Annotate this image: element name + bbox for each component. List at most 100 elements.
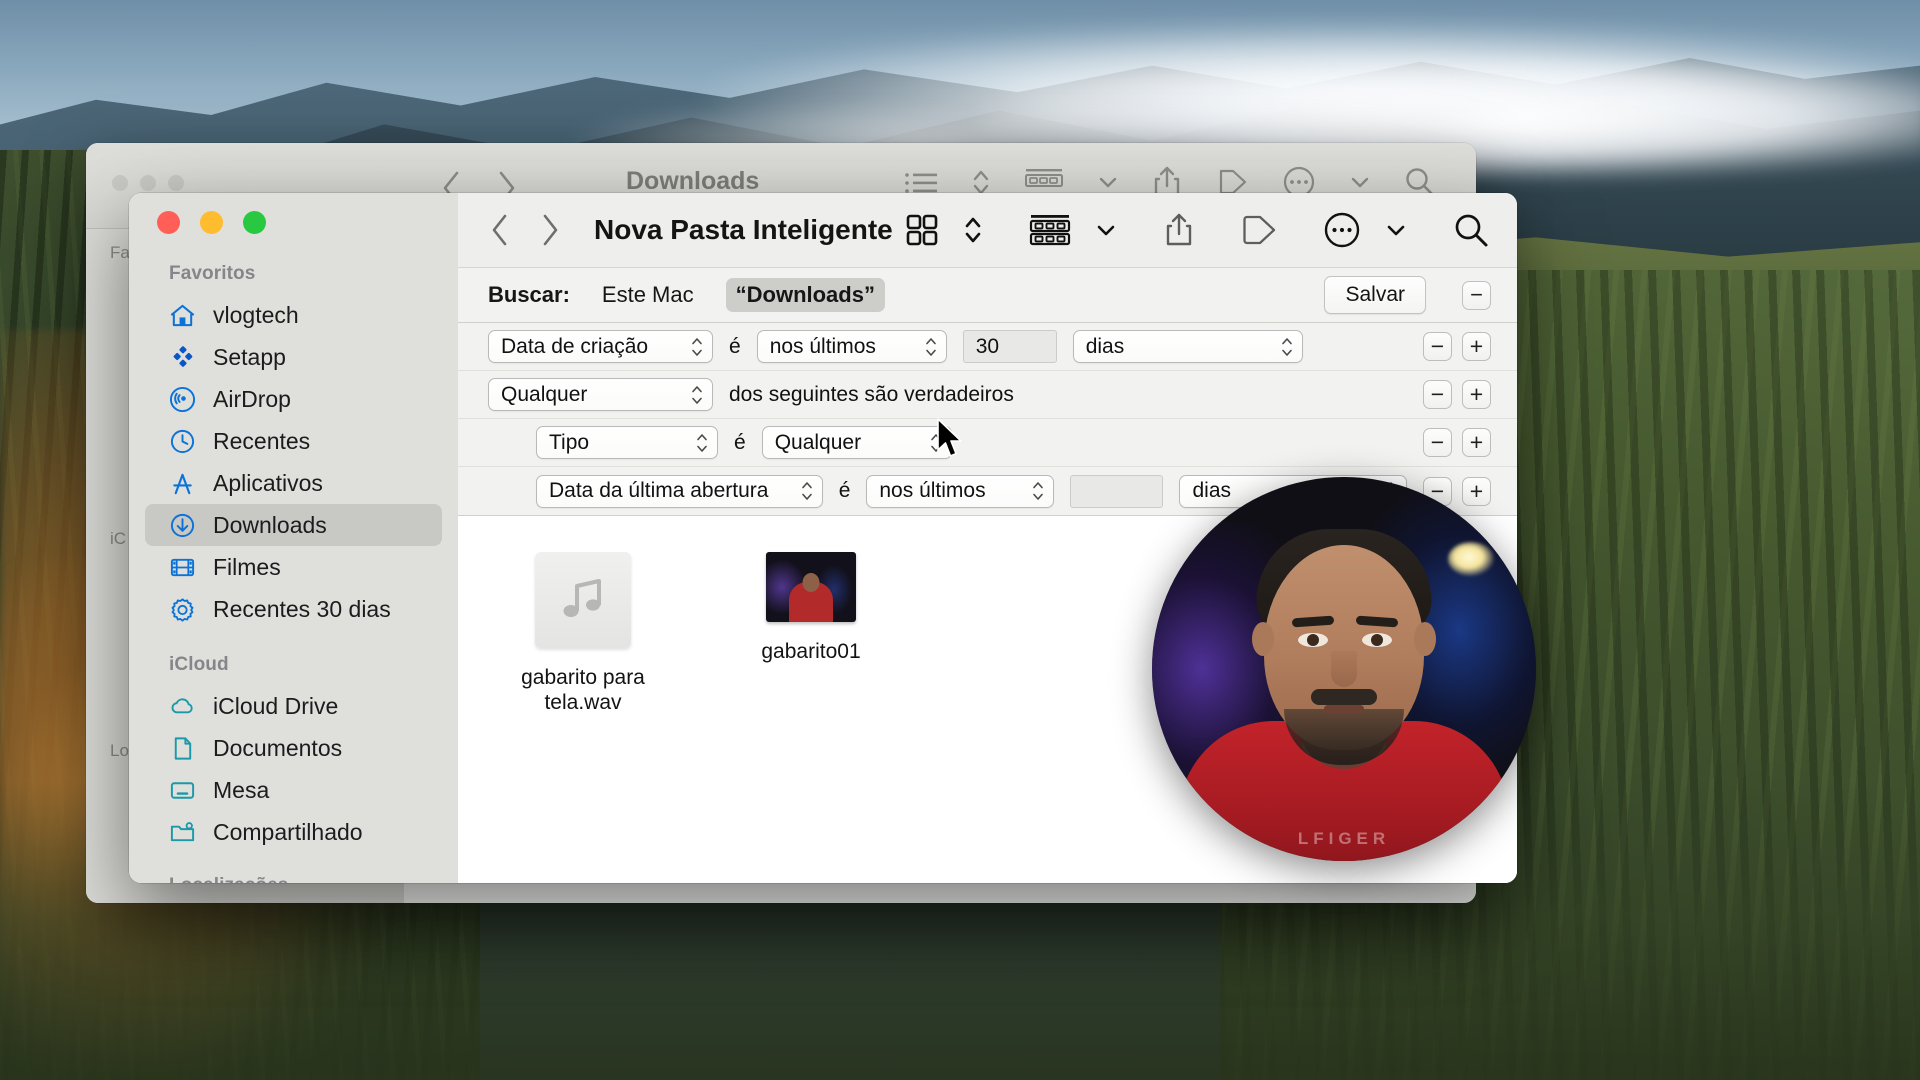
add-criteria-button[interactable]: +: [1462, 428, 1491, 457]
criteria-row: Data de criação é nos últimos 30 dias − …: [458, 323, 1517, 371]
bg-minimize-button[interactable]: [140, 175, 156, 191]
remove-criteria-button[interactable]: −: [1423, 428, 1452, 457]
sidebar-item-label: Setapp: [213, 343, 286, 370]
sidebar-section-favoritos: Favoritos: [169, 263, 256, 284]
search-scope-bar: Buscar: Este Mac “Downloads” Salvar −: [458, 267, 1517, 323]
close-window-button[interactable]: [157, 211, 180, 234]
criteria-unit-value: dias: [1192, 479, 1232, 502]
background-window-title: Downloads: [626, 167, 760, 195]
sidebar-item-label: Aplicativos: [213, 469, 323, 496]
stepper-chevrons-icon: [691, 337, 703, 356]
group-by-button[interactable]: [1017, 208, 1083, 252]
sidebar-item-downloads[interactable]: Downloads: [145, 504, 442, 546]
sidebar-item-airdrop[interactable]: AirDrop: [145, 378, 442, 420]
criteria-is-label: é: [729, 334, 741, 358]
remove-criteria-button[interactable]: −: [1423, 332, 1452, 361]
chevron-down-icon[interactable]: [1350, 175, 1370, 189]
criteria-attribute-value: Data de criação: [501, 334, 649, 358]
more-actions-chevron-button[interactable]: [1373, 208, 1419, 252]
more-actions-button[interactable]: [1311, 208, 1373, 252]
criteria-unit-select[interactable]: dias: [1072, 330, 1303, 363]
search-scope-downloads[interactable]: “Downloads”: [725, 278, 885, 312]
chevron-down-icon[interactable]: [1098, 175, 1118, 189]
traffic-lights[interactable]: [157, 211, 266, 234]
criteria-operator-value: nos últimos: [879, 479, 986, 502]
tag-icon[interactable]: [1216, 168, 1248, 196]
webcam-person-mouth: [1324, 705, 1364, 713]
sidebar-item-label: Compartilhado: [213, 818, 363, 845]
criteria-attribute-select[interactable]: Data da última abertura: [536, 474, 823, 508]
sidebar-item-recentes-30-dias[interactable]: Recentes 30 dias: [145, 588, 442, 630]
webcam-person-eye-right: [1362, 633, 1392, 647]
add-criteria-button[interactable]: +: [1462, 332, 1491, 361]
webcam-person-nose: [1331, 651, 1357, 687]
file-item-video[interactable]: gabarito01: [726, 552, 896, 665]
criteria-operator-select[interactable]: nos últimos: [756, 330, 947, 363]
sidebar-item-documentos[interactable]: Documentos: [145, 727, 442, 769]
criteria-operator-select[interactable]: Qualquer: [761, 426, 952, 459]
criteria-operator-select[interactable]: nos últimos: [866, 474, 1055, 508]
sidebar-item-setapp[interactable]: Setapp: [145, 336, 442, 378]
sidebar-item-label: Filmes: [213, 553, 281, 580]
sidebar-section-icloud: iCloud: [169, 654, 229, 675]
sidebar-item-vlogtech[interactable]: vlogtech: [145, 294, 442, 336]
bg-close-button[interactable]: [112, 175, 128, 191]
airdrop-radar-icon: [169, 386, 196, 412]
sidebar-item-label: Downloads: [213, 511, 327, 538]
chevron-down-icon: [1097, 225, 1115, 236]
sidebar-item-label: Recentes 30 dias: [213, 595, 391, 622]
sidebar-item-filmes[interactable]: Filmes: [145, 546, 442, 588]
clock-recents-icon: [170, 429, 195, 453]
bg-zoom-button[interactable]: [168, 175, 184, 191]
criteria-value-input[interactable]: 30: [962, 330, 1057, 363]
share-button[interactable]: [1151, 208, 1207, 252]
sidebar-item-mesa[interactable]: Mesa: [145, 769, 442, 811]
criteria-row-buttons[interactable]: − +: [1423, 332, 1491, 361]
minimize-window-button[interactable]: [200, 211, 223, 234]
remove-criteria-button[interactable]: −: [1423, 380, 1452, 409]
group-by-chevron-button[interactable]: [1083, 208, 1129, 252]
criteria-boolean-select[interactable]: Qualquer: [488, 378, 713, 411]
save-search-button[interactable]: Salvar: [1324, 276, 1426, 314]
background-traffic-lights[interactable]: [112, 175, 184, 191]
file-item-audio[interactable]: gabarito para tela.wav: [498, 552, 668, 716]
cloud-icon: [171, 697, 193, 713]
video-file-thumbnail: [766, 552, 856, 622]
stepper-chevrons-icon: [1281, 337, 1293, 356]
criteria-boolean-phrase: dos seguintes são verdadeiros: [729, 382, 1014, 406]
video-thumb-person-head: [802, 573, 820, 592]
sidebar-item-icloud-drive[interactable]: iCloud Drive: [145, 685, 442, 727]
stepper-chevrons-icon: [696, 433, 708, 452]
search-button[interactable]: [1441, 208, 1501, 252]
list-view-icon[interactable]: [904, 169, 938, 195]
bg-sidebar-fragment-favoritos: Fa: [110, 243, 130, 262]
webcam-overlay-circle: LFIGER: [1152, 477, 1536, 861]
tags-button[interactable]: [1229, 208, 1289, 252]
up-down-chevrons-icon: [965, 217, 981, 243]
chevron-left-icon[interactable]: [488, 210, 512, 250]
nav-buttons[interactable]: [488, 210, 562, 250]
sidebar-item-recentes[interactable]: Recentes: [145, 420, 442, 462]
criteria-row-buttons[interactable]: − +: [1423, 428, 1491, 457]
zoom-window-button[interactable]: [243, 211, 266, 234]
view-sort-button[interactable]: [951, 208, 995, 252]
sidebar-item-aplicativos[interactable]: Aplicativos: [145, 462, 442, 504]
criteria-row: Tipo é Qualquer − +: [458, 419, 1517, 467]
criteria-value-input[interactable]: [1070, 474, 1164, 508]
search-scope-this-mac[interactable]: Este Mac: [592, 278, 704, 312]
shared-folder-icon: [170, 821, 195, 841]
webcam-person-ear-right: [1414, 622, 1436, 656]
criteria-attribute-select[interactable]: Tipo: [536, 426, 718, 459]
sidebar-item-compartilhado[interactable]: Compartilhado: [145, 811, 442, 853]
finder-sidebar: Favoritos vlogtech Setapp AirDrop Recent…: [129, 193, 458, 883]
chevron-right-icon[interactable]: [538, 210, 562, 250]
icon-view-button[interactable]: [893, 208, 951, 252]
criteria-row-buttons[interactable]: − +: [1423, 380, 1491, 409]
toolbar-buttons[interactable]: [893, 208, 1501, 252]
remove-criteria-button[interactable]: −: [1462, 280, 1491, 310]
criteria-attribute-select[interactable]: Data de criação: [488, 330, 713, 363]
sort-chevrons-icon[interactable]: [972, 168, 990, 196]
search-label: Buscar:: [488, 282, 570, 307]
add-criteria-button[interactable]: +: [1462, 380, 1491, 409]
search-magnifier-icon: [1455, 214, 1488, 247]
